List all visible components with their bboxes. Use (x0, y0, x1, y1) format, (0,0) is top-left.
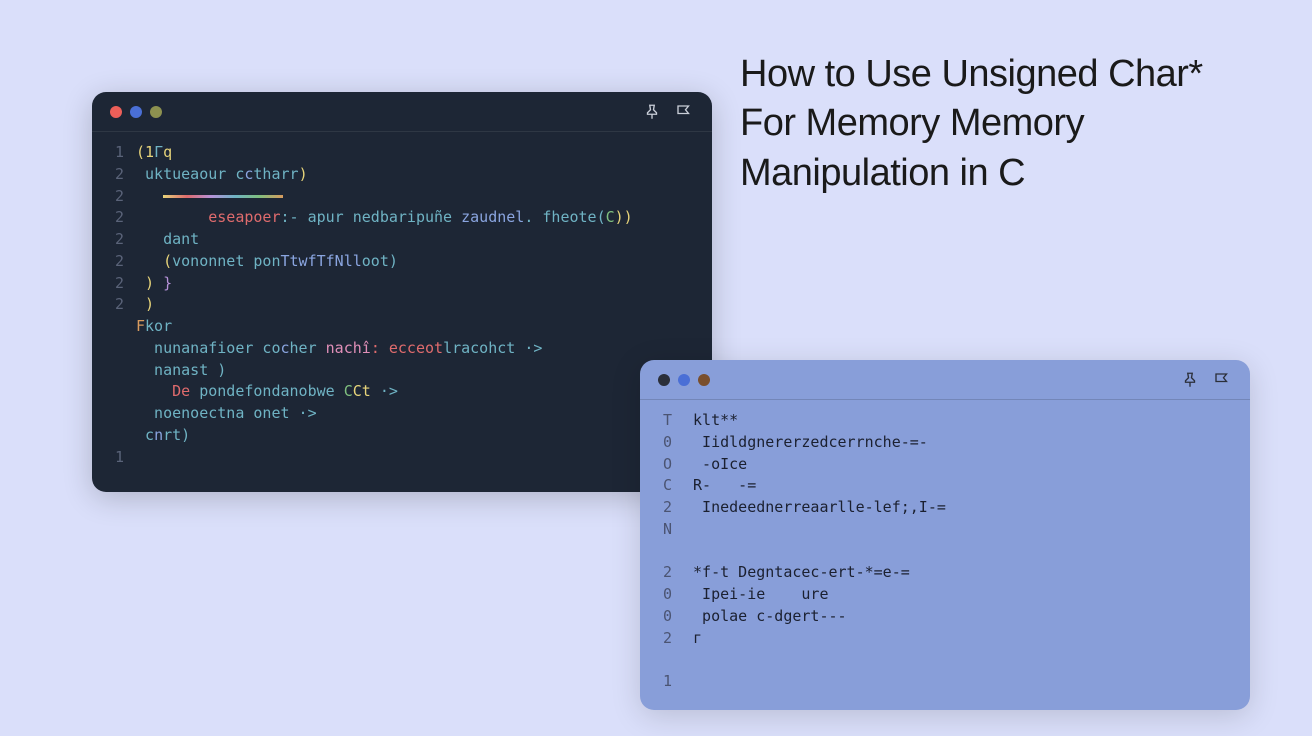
pin-icon[interactable] (1180, 370, 1200, 390)
titlebar (92, 92, 712, 132)
gutter: T 0 O C 2 N 2 0 0 2 1 (640, 410, 678, 693)
code-content: klt** Iidldgnererzedcerrnche-=- -оIсе R-… (684, 410, 1250, 693)
gutter: 1 2 2 2 2 2 2 2 1 (92, 142, 130, 468)
titlebar (640, 360, 1250, 400)
flag-icon[interactable] (674, 102, 694, 122)
code-content: (1Гq uktueaour cctharr) eseapoer:- apur … (136, 142, 712, 468)
pin-icon[interactable] (642, 102, 662, 122)
traffic-lights (110, 106, 162, 118)
code-window-dark: 1 2 2 2 2 2 2 2 1 (1Гq uktueaour cctharr… (92, 92, 712, 492)
page-title: How to Use Unsigned Char* For Memory Mem… (740, 50, 1220, 198)
rainbow-divider-icon (163, 195, 283, 198)
maximize-icon[interactable] (150, 106, 162, 118)
code-area[interactable]: T 0 O C 2 N 2 0 0 2 1 klt** Iidldgnererz… (640, 400, 1250, 703)
minimize-icon[interactable] (130, 106, 142, 118)
flag-icon[interactable] (1212, 370, 1232, 390)
traffic-lights (658, 374, 710, 386)
close-icon[interactable] (110, 106, 122, 118)
code-area[interactable]: 1 2 2 2 2 2 2 2 1 (1Гq uktueaour cctharr… (92, 132, 712, 478)
code-window-light: T 0 O C 2 N 2 0 0 2 1 klt** Iidldgnererz… (640, 360, 1250, 710)
close-icon[interactable] (658, 374, 670, 386)
minimize-icon[interactable] (678, 374, 690, 386)
maximize-icon[interactable] (698, 374, 710, 386)
